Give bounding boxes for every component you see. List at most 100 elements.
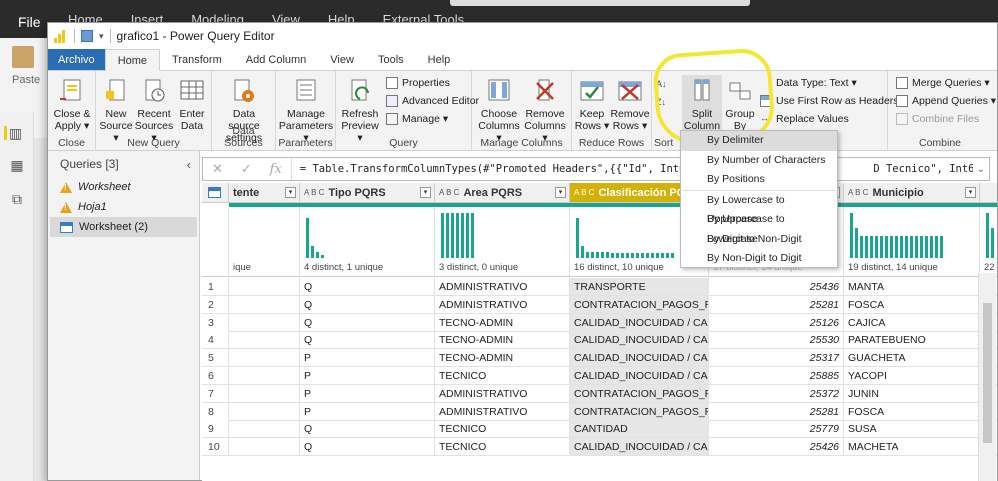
- column-filter-icon[interactable]: ▾: [965, 187, 976, 198]
- row-number[interactable]: 5: [202, 349, 229, 368]
- column-header-next[interactable]: [980, 183, 997, 203]
- data-type-dropdown[interactable]: Data Type: Text ▾: [760, 77, 857, 89]
- formula-text[interactable]: = Table.TransformColumnTypes(#"Promoted …: [292, 163, 973, 175]
- table-cell[interactable]: CALIDAD_INOCUIDAD / CANTI...: [570, 349, 709, 368]
- sort-descending-icon[interactable]: Z↓: [656, 97, 666, 107]
- table-cell[interactable]: [229, 278, 300, 296]
- table-cell[interactable]: 25126: [709, 313, 844, 332]
- table-cell[interactable]: ADMINISTRATIVO: [435, 384, 570, 403]
- remove-columns-button[interactable]: Remove Columns ▾: [522, 77, 568, 144]
- table-cell[interactable]: TECNO-ADMIN: [435, 331, 570, 350]
- table-cell[interactable]: TRANSPORTE: [570, 278, 709, 296]
- pbi-file-menu[interactable]: File: [18, 14, 41, 30]
- table-cell[interactable]: CONTRATACION_PAGOS_R: [570, 402, 709, 421]
- sort-ascending-icon[interactable]: A↓: [656, 79, 667, 89]
- table-cell[interactable]: 25885: [709, 367, 844, 385]
- scroll-thumb[interactable]: [983, 303, 992, 443]
- table-cell[interactable]: P: [300, 402, 435, 421]
- properties-button[interactable]: Properties: [386, 77, 450, 89]
- pbi-search-box[interactable]: [450, 0, 750, 6]
- use-first-row-headers-button[interactable]: Use First Row as Headers ▾: [760, 95, 907, 107]
- column-header-tipo-pqrs[interactable]: A B C Tipo PQRS ▾: [300, 183, 435, 203]
- table-cell[interactable]: [229, 384, 300, 403]
- table-cell[interactable]: CALIDAD_INOCUIDAD / CANTI...: [570, 313, 709, 332]
- data-view-icon[interactable]: ▦: [10, 158, 24, 172]
- table-cell[interactable]: CONTRATACION_PAGOS_R: [570, 295, 709, 314]
- table-cell[interactable]: 25372: [709, 384, 844, 403]
- menu-item-by-delimiter[interactable]: By Delimiter: [681, 131, 837, 151]
- remove-rows-button[interactable]: Remove Rows ▾: [610, 77, 650, 132]
- text-type-icon[interactable]: A B C: [304, 188, 324, 197]
- menu-item-by-number-of-characters[interactable]: By Number of Characters: [681, 151, 837, 171]
- commit-formula-icon[interactable]: ✓: [241, 161, 252, 177]
- text-type-icon[interactable]: A B C: [848, 188, 868, 197]
- table-cell[interactable]: 25426: [709, 438, 844, 457]
- expand-formula-icon[interactable]: ⌄: [973, 164, 989, 175]
- table-cell[interactable]: P: [300, 384, 435, 403]
- column-filter-icon[interactable]: ▾: [285, 187, 296, 198]
- merge-queries-button[interactable]: Merge Queries ▾: [896, 77, 990, 89]
- menu-item-by-positions[interactable]: By Positions: [681, 170, 837, 190]
- row-number[interactable]: 1: [202, 278, 229, 296]
- table-cell[interactable]: P: [300, 349, 435, 368]
- advanced-editor-button[interactable]: Advanced Editor: [386, 95, 479, 107]
- tab-tools[interactable]: Tools: [366, 49, 416, 70]
- cancel-formula-icon[interactable]: ✕: [212, 161, 223, 177]
- table-cell[interactable]: Q: [300, 331, 435, 350]
- keep-rows-button[interactable]: Keep Rows ▾: [572, 77, 612, 132]
- table-cell[interactable]: YACOPI: [844, 367, 980, 385]
- table-cell[interactable]: Q: [300, 438, 435, 457]
- column-filter-icon[interactable]: ▾: [420, 187, 431, 198]
- table-cell[interactable]: [229, 438, 300, 457]
- row-number[interactable]: 6: [202, 367, 229, 385]
- table-cell[interactable]: Q: [300, 278, 435, 296]
- menu-item-lowercase-to-uppercase[interactable]: By Lowercase to Uppercase: [681, 191, 837, 226]
- table-cell[interactable]: TECNO-ADMIN: [435, 313, 570, 332]
- choose-columns-button[interactable]: Choose Columns ▾: [476, 77, 522, 144]
- menu-item-digit-to-non-digit[interactable]: By Digit to Non-Digit: [681, 230, 837, 250]
- table-cell[interactable]: [229, 420, 300, 439]
- split-column-button[interactable]: Split Column ▾: [682, 75, 722, 144]
- table-cell[interactable]: Q: [300, 295, 435, 314]
- table-cell[interactable]: GUACHETA: [844, 349, 980, 368]
- row-number[interactable]: 7: [202, 384, 229, 403]
- row-number[interactable]: 10: [202, 438, 229, 457]
- collapse-pane-icon[interactable]: ‹: [187, 157, 191, 172]
- table-cell[interactable]: SUSA: [844, 420, 980, 439]
- table-cell[interactable]: MACHETA: [844, 438, 980, 457]
- table-cell[interactable]: CALIDAD_INOCUIDAD / CANTI...: [570, 367, 709, 385]
- tab-home[interactable]: Home: [104, 49, 161, 71]
- new-source-button[interactable]: New Source ▾: [96, 77, 136, 144]
- table-cell[interactable]: FOSCA: [844, 402, 980, 421]
- table-menu-header[interactable]: [202, 183, 229, 203]
- query-item-worksheet[interactable]: Worksheet: [50, 177, 197, 197]
- tab-help[interactable]: Help: [416, 49, 463, 70]
- column-filter-icon[interactable]: ▾: [555, 187, 566, 198]
- save-icon[interactable]: [81, 30, 93, 42]
- table-cell[interactable]: [229, 349, 300, 368]
- query-item-worksheet-2[interactable]: Worksheet (2): [50, 217, 197, 237]
- table-cell[interactable]: MANTA: [844, 278, 980, 296]
- manage-parameters-button[interactable]: Manage Parameters ▾: [278, 77, 334, 144]
- paste-icon[interactable]: [12, 46, 34, 68]
- query-item-hoja1[interactable]: Hoja1: [50, 197, 197, 217]
- table-cell[interactable]: JUNIN: [844, 384, 980, 403]
- tab-transform[interactable]: Transform: [160, 49, 234, 70]
- table-cell[interactable]: 25281: [709, 295, 844, 314]
- table-cell[interactable]: ADMINISTRATIVO: [435, 402, 570, 421]
- group-by-button[interactable]: Group By: [722, 77, 758, 132]
- table-cell[interactable]: ADMINISTRATIVO: [435, 295, 570, 314]
- row-number[interactable]: 4: [202, 331, 229, 350]
- table-cell[interactable]: [229, 295, 300, 314]
- table-cell[interactable]: 25281: [709, 402, 844, 421]
- table-cell[interactable]: Q: [300, 420, 435, 439]
- tab-archivo[interactable]: Archivo: [48, 49, 105, 70]
- combine-files-button[interactable]: Combine Files: [896, 113, 979, 125]
- table-cell[interactable]: CALIDAD_INOCUIDAD / CANTI...: [570, 438, 709, 457]
- row-number[interactable]: 3: [202, 313, 229, 332]
- tab-add-column[interactable]: Add Column: [234, 49, 319, 70]
- table-cell[interactable]: PARATEBUENO: [844, 331, 980, 350]
- table-cell[interactable]: TECNICO: [435, 420, 570, 439]
- table-cell[interactable]: TECNO-ADMIN: [435, 349, 570, 368]
- row-number[interactable]: 2: [202, 295, 229, 314]
